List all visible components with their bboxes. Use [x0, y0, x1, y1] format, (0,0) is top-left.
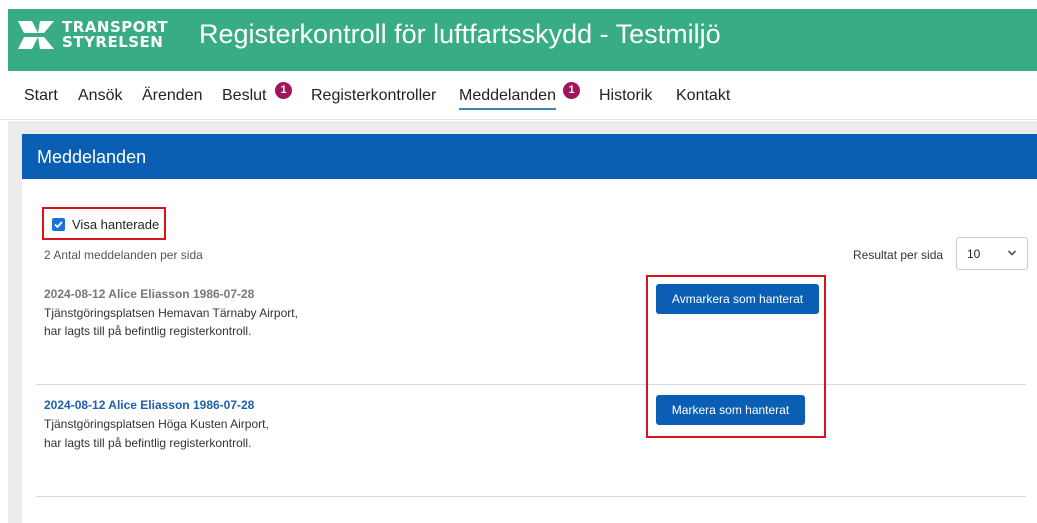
logo-line-2: STYRELSEN — [62, 33, 164, 51]
message-1-header: 2024-08-12 Alice Eliasson 1986-07-28 — [44, 287, 255, 301]
beslut-notification-badge: 1 — [275, 82, 292, 99]
app-title: Registerkontroll för luftfartsskydd - Te… — [199, 19, 721, 49]
message-2-line-1: Tjänstgöringsplatsen Höga Kusten Airport… — [44, 417, 269, 431]
nav-item-registerkontroller[interactable]: Registerkontroller — [311, 86, 436, 106]
panel-header: Meddelanden — [22, 134, 1037, 179]
message-divider — [36, 384, 1026, 385]
nav-item-ansok[interactable]: Ansök — [78, 86, 122, 106]
message-2-header[interactable]: 2024-08-12 Alice Eliasson 1986-07-28 — [44, 398, 254, 412]
transportstyrelsen-logo[interactable]: TRANSPORT STYRELSEN — [18, 16, 178, 54]
per-page-select[interactable]: 10 — [956, 237, 1028, 270]
nav-item-start[interactable]: Start — [24, 86, 58, 106]
logo-mark-icon — [18, 21, 54, 49]
nav-item-arenden[interactable]: Ärenden — [142, 86, 203, 106]
message-1-line-2: har lagts till på befintlig registerkont… — [44, 324, 252, 338]
per-page-value: 10 — [967, 247, 981, 261]
message-count-label: Antal meddelanden per sida — [53, 248, 203, 262]
message-divider — [36, 496, 1026, 497]
meddelanden-notification-badge: 1 — [563, 82, 580, 99]
panel-title: Meddelanden — [37, 147, 147, 167]
nav-item-kontakt[interactable]: Kontakt — [676, 86, 730, 106]
message-2-line-2: har lagts till på befintlig registerkont… — [44, 436, 252, 450]
show-handled-checkbox[interactable] — [52, 218, 65, 231]
show-handled-highlight: Visa hanterade — [42, 207, 166, 240]
per-page-label: Resultat per sida — [853, 248, 944, 262]
main-nav: Start Ansök Ärenden Beslut 1 Registerkon… — [0, 72, 1037, 120]
nav-item-meddelanden[interactable]: Meddelanden — [459, 86, 556, 110]
checkmark-icon — [54, 221, 63, 229]
buttons-highlight — [646, 275, 826, 438]
message-count: 2 Antal meddelanden per sida — [44, 248, 203, 262]
logo-text: TRANSPORT STYRELSEN — [62, 20, 168, 50]
show-handled-label[interactable]: Visa hanterade — [72, 217, 159, 232]
chevron-down-icon — [1007, 250, 1017, 256]
message-1-line-1: Tjänstgöringsplatsen Hemavan Tärnaby Air… — [44, 306, 298, 320]
nav-item-beslut[interactable]: Beslut — [222, 86, 266, 106]
message-count-number: 2 — [44, 248, 51, 262]
nav-item-historik[interactable]: Historik — [599, 86, 652, 106]
